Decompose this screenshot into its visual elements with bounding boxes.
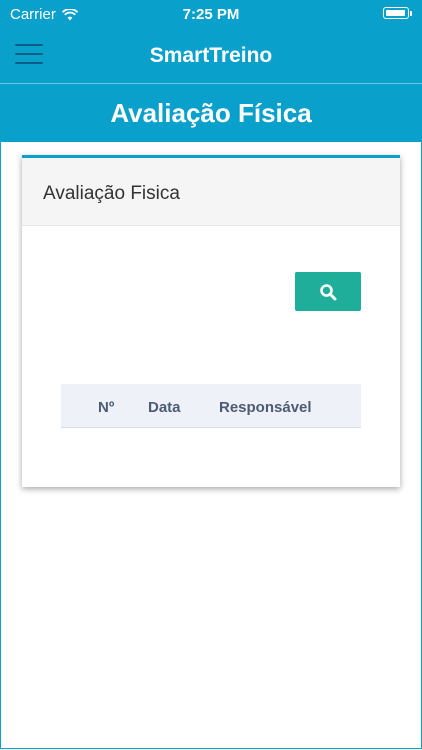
search-icon [320,283,337,300]
status-bar: Carrier 7:25 PM [0,0,422,30]
page-title: Avaliação Física [110,98,312,128]
battery-icon [383,7,409,19]
status-time: 7:25 PM [182,6,240,23]
battery-tip [410,10,412,16]
evaluation-card: Avaliação Fisica Nº Data Responsável [22,155,400,487]
column-header-date[interactable]: Data [148,399,181,416]
column-header-responsible[interactable]: Responsável [219,399,312,416]
search-button[interactable] [295,272,361,311]
card-title: Avaliação Fisica [43,183,180,204]
page-header: Avaliação Física [0,84,422,142]
app-title: SmartTreino [149,44,273,67]
column-header-number[interactable]: Nº [98,399,114,416]
table-header: Nº Data Responsável [61,384,361,428]
nav-bar: SmartTreino [0,30,422,84]
card-header: Avaliação Fisica [22,158,400,226]
status-right [383,7,412,19]
